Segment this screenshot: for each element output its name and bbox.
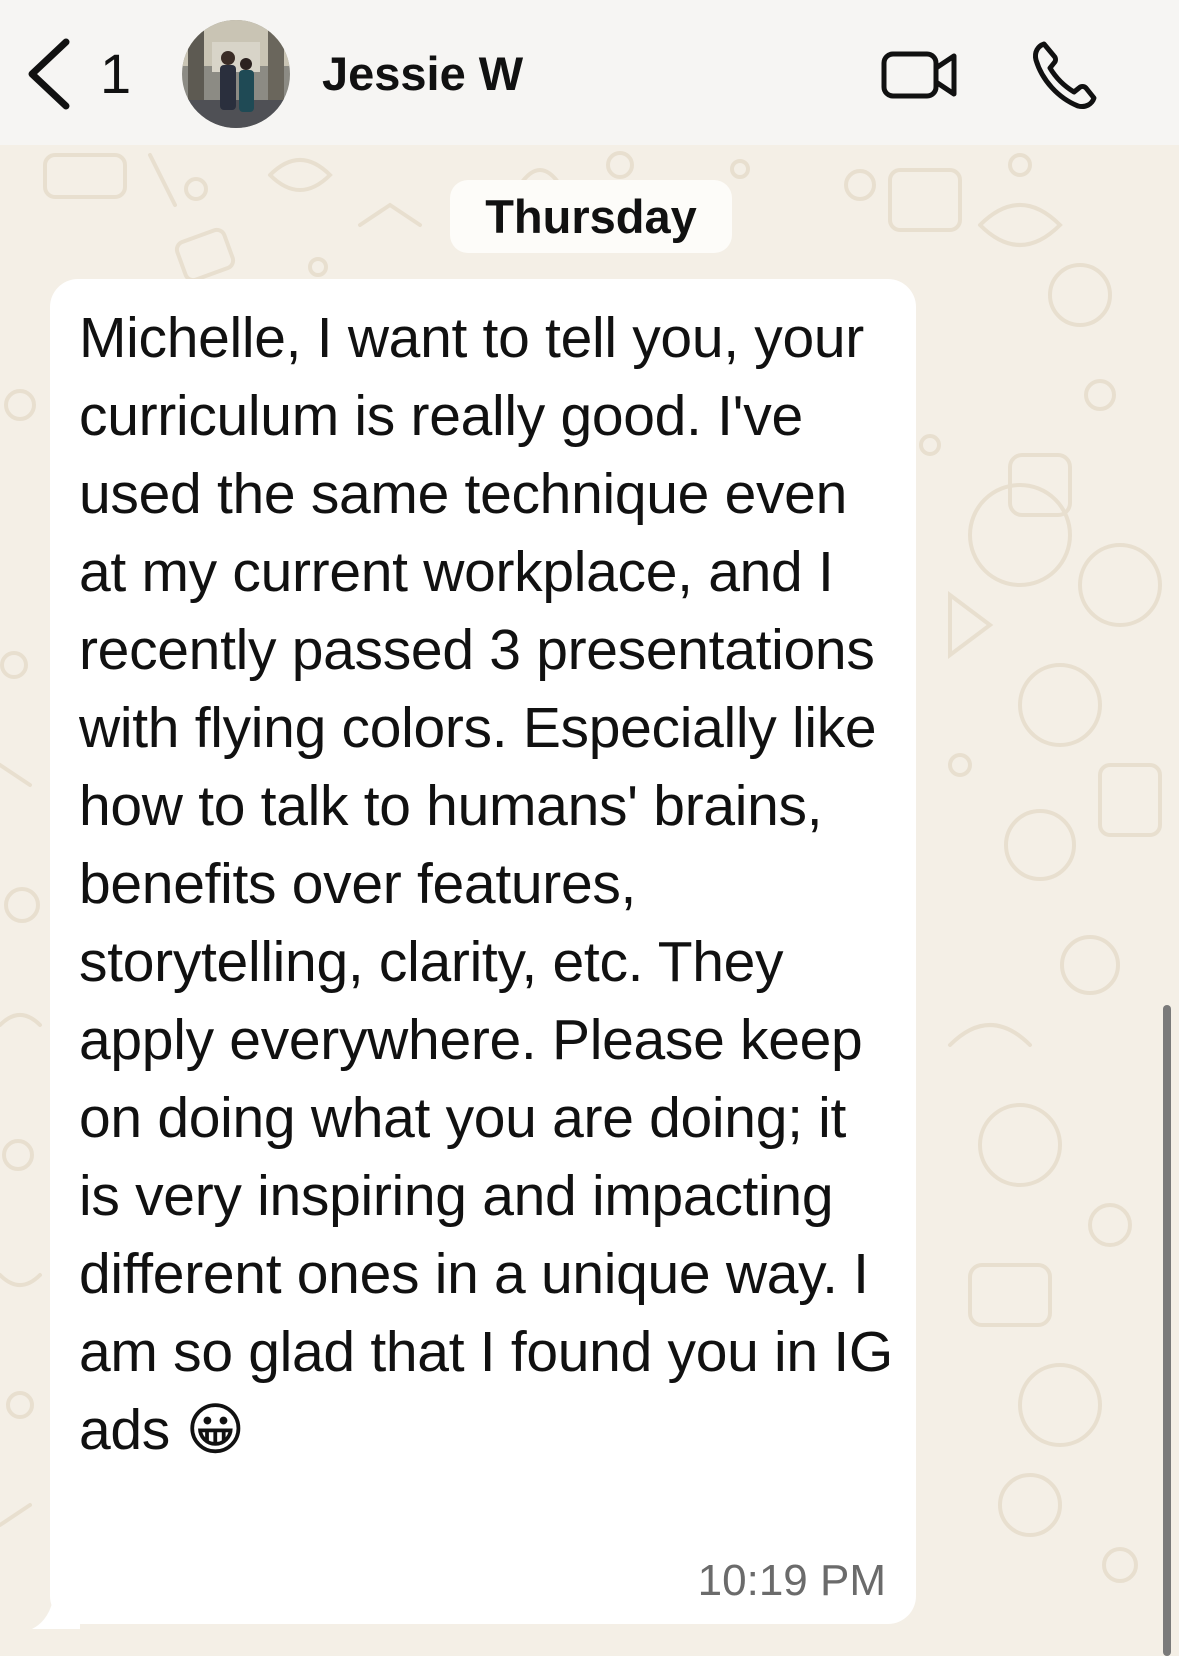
chat-area[interactable]: Thursday Michelle, I want to tell you, y… <box>0 145 1179 1656</box>
message-bubble[interactable]: Michelle, I want to tell you, your curri… <box>50 279 916 1624</box>
chat-header: 1 Jessie W <box>0 0 1179 145</box>
avatar[interactable] <box>182 20 290 128</box>
phone-icon <box>1033 41 1097 109</box>
contact-name[interactable]: Jessie W <box>322 44 523 104</box>
message-body: Michelle, I want to tell you, your curri… <box>79 306 893 1462</box>
scrollbar[interactable] <box>1163 1005 1171 1656</box>
voice-call-button[interactable] <box>1030 34 1100 114</box>
video-camera-icon <box>881 51 957 99</box>
back-button[interactable]: 1 <box>22 28 152 118</box>
contact-photo <box>182 20 290 128</box>
message-text: Michelle, I want to tell you, your curri… <box>79 299 899 1469</box>
video-call-button[interactable] <box>880 38 960 112</box>
date-separator: Thursday <box>450 180 732 253</box>
chevron-left-icon <box>28 38 70 110</box>
message-timestamp: 10:19 PM <box>697 1556 886 1605</box>
grinning-face-emoji: 😀 <box>185 1397 245 1463</box>
unread-count: 1 <box>100 42 132 105</box>
